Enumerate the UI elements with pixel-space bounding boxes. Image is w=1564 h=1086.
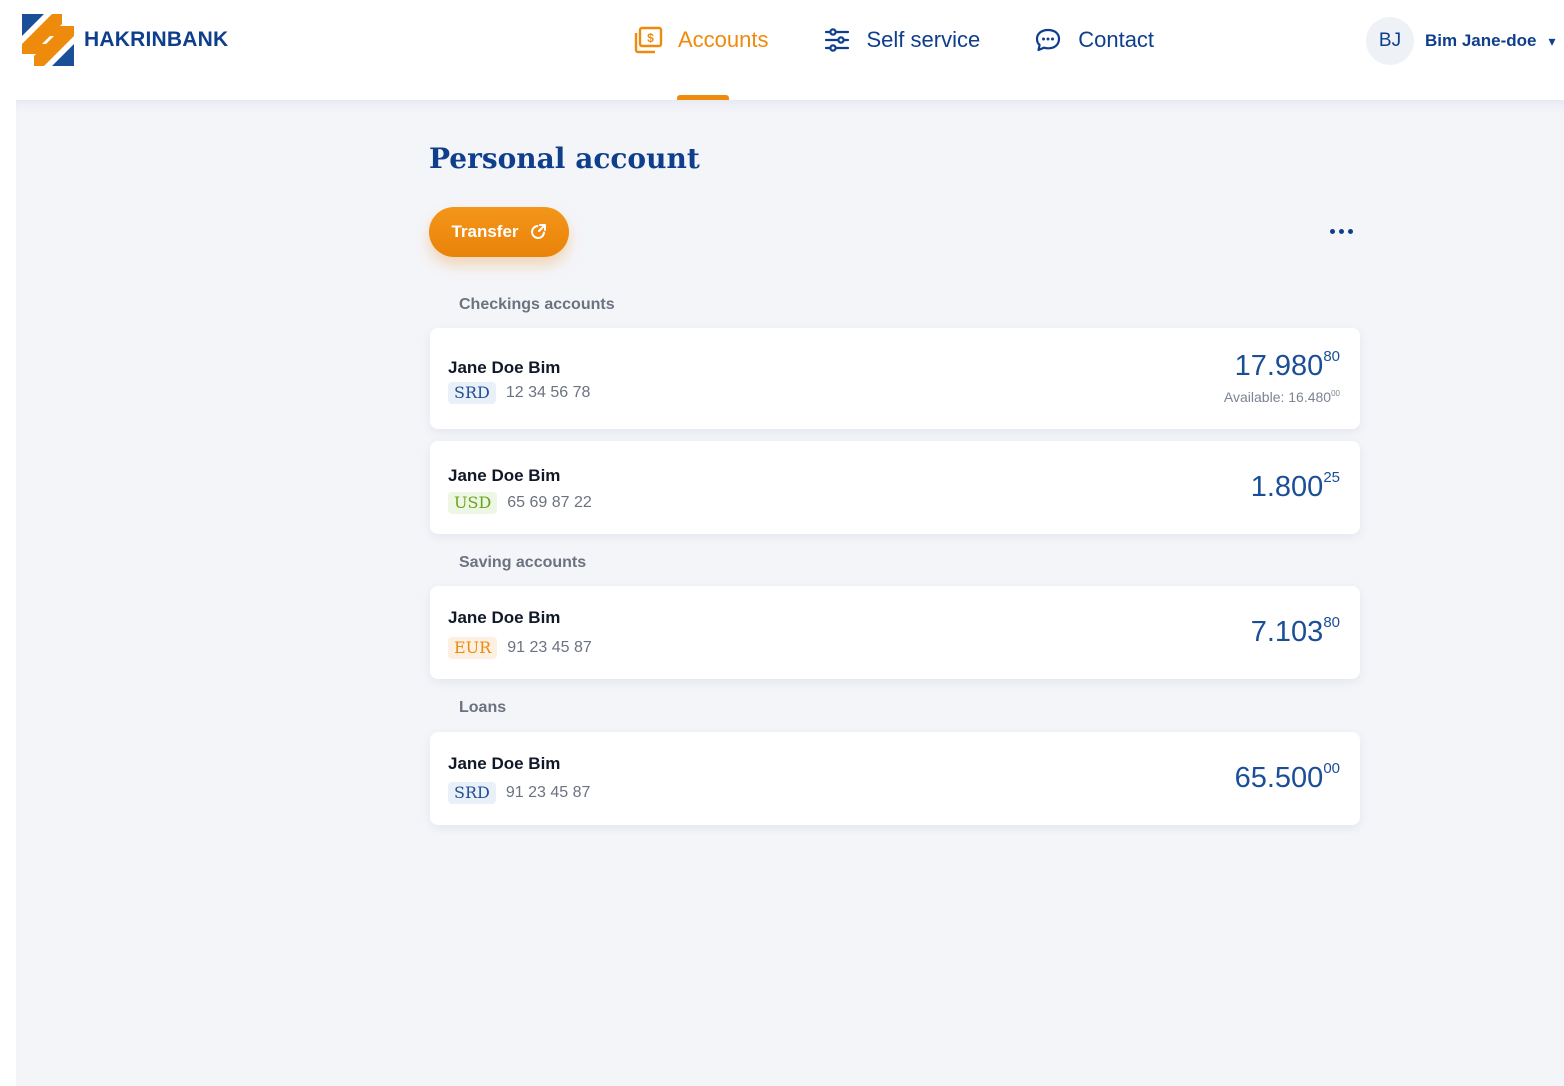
account-meta: USD 65 69 87 22	[448, 492, 592, 514]
account-number: 12 34 56 78	[505, 384, 591, 401]
section-label-savings: Saving accounts	[459, 554, 587, 571]
available-balance: Available: 16.48000	[1224, 389, 1340, 405]
available-label: Available: 16.480	[1223, 389, 1332, 405]
account-card[interactable]: Jane Doe Bim SRD 91 23 45 87 65.50000	[430, 732, 1360, 825]
hakrinbank-logo-icon	[22, 14, 74, 66]
chat-bubble-icon	[1032, 24, 1064, 56]
nav-label-self-service: Self service	[866, 27, 981, 52]
account-holder: Jane Doe Bim	[448, 754, 561, 773]
balance-cents: 25	[1323, 469, 1340, 486]
account-number: 91 23 45 87	[505, 784, 591, 801]
account-meta: SRD 91 23 45 87	[448, 782, 590, 804]
user-menu[interactable]: BJ Bim Jane-doe ▾	[1366, 17, 1556, 65]
nav-item-accounts[interactable]: $ Accounts	[632, 22, 769, 58]
account-card[interactable]: Jane Doe Bim EUR 91 23 45 87 7.10380	[430, 586, 1360, 679]
balance-main: 1.800	[1250, 471, 1324, 503]
balance-cents: 00	[1323, 760, 1340, 777]
balance-cents: 80	[1323, 614, 1340, 631]
more-options-button[interactable]	[1324, 218, 1358, 244]
main-nav: $ Accounts Self service Contact	[632, 22, 1206, 58]
account-number: 91 23 45 87	[507, 639, 592, 656]
chevron-down-icon: ▾	[1548, 32, 1556, 49]
transfer-button[interactable]: Transfer	[429, 207, 569, 257]
brand-name: HAKRINBANK	[84, 28, 229, 51]
nav-item-self-service[interactable]: Self service	[821, 22, 981, 58]
page-title: Personal account	[429, 142, 700, 175]
account-holder: Jane Doe Bim	[448, 466, 561, 485]
account-number: 65 69 87 22	[507, 494, 592, 511]
nav-label-contact: Contact	[1078, 27, 1155, 52]
account-meta: SRD 12 34 56 78	[448, 382, 590, 404]
avatar: BJ	[1366, 17, 1414, 65]
balance-main: 7.103	[1250, 616, 1324, 648]
account-card[interactable]: Jane Doe Bim SRD 12 34 56 78 17.98080 Av…	[430, 328, 1360, 429]
svg-text:$: $	[647, 31, 654, 45]
account-meta: EUR 91 23 45 87	[448, 637, 592, 659]
section-label-loans: Loans	[459, 699, 507, 716]
account-holder: Jane Doe Bim	[448, 608, 561, 627]
currency-badge: USD	[448, 492, 498, 514]
balance-main: 65.500	[1234, 762, 1324, 794]
transfer-label: Transfer	[451, 222, 519, 241]
account-balance: 65.50000	[1234, 760, 1340, 795]
external-link-icon	[529, 223, 547, 241]
account-balance: 17.98080	[1234, 348, 1340, 383]
currency-badge: SRD	[448, 382, 496, 404]
user-name: Bim Jane-doe	[1425, 31, 1537, 50]
nav-item-contact[interactable]: Contact	[1032, 22, 1154, 58]
banknote-icon: $	[632, 24, 664, 56]
balance-main: 17.980	[1234, 350, 1324, 382]
balance-cents: 80	[1323, 348, 1340, 365]
bank-logo[interactable]: HAKRINBANK	[22, 14, 228, 66]
nav-label-accounts: Accounts	[678, 27, 769, 52]
account-card[interactable]: Jane Doe Bim USD 65 69 87 22 1.80025	[430, 441, 1360, 534]
account-holder: Jane Doe Bim	[448, 358, 561, 377]
top-bar: HAKRINBANK $ Accounts Self service Conta…	[0, 0, 1564, 100]
account-balance: 7.10380	[1250, 614, 1340, 649]
section-label-checkings: Checkings accounts	[459, 296, 615, 313]
more-dots-icon	[1329, 228, 1335, 234]
sliders-icon	[821, 24, 853, 56]
account-balance: 1.80025	[1250, 469, 1340, 504]
available-cents: 00	[1331, 389, 1340, 398]
currency-badge: EUR	[448, 637, 498, 659]
currency-badge: SRD	[448, 782, 496, 804]
